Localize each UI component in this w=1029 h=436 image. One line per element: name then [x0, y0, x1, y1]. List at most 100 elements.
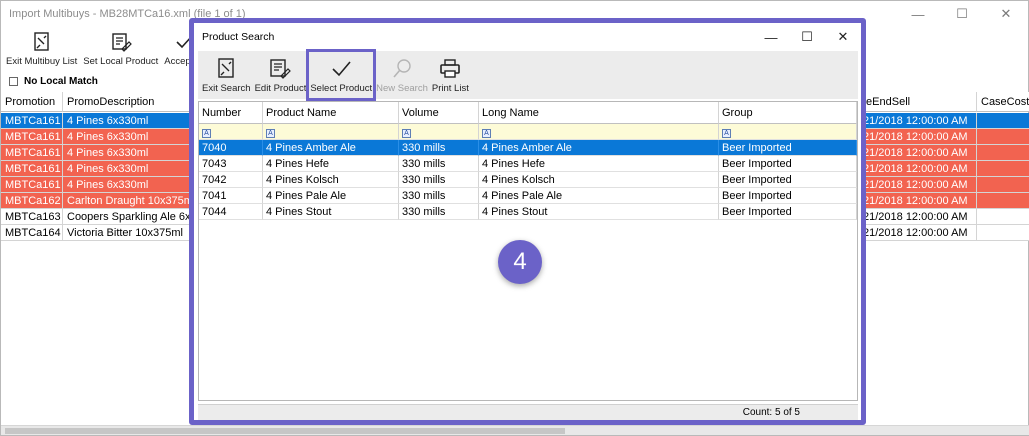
- edit-product-button[interactable]: Edit Product: [253, 51, 309, 99]
- cell-end-sell: 21/2018 12:00:00 AM: [859, 129, 977, 145]
- magnifier-icon: [393, 59, 411, 78]
- set-local-product-icon: [112, 33, 132, 52]
- dialog-close-button[interactable]: ✕: [825, 23, 861, 51]
- minimize-button[interactable]: —: [896, 1, 940, 27]
- cell-promotion: MBTCa161: [1, 113, 63, 129]
- cell-end-sell: 21/2018 12:00:00 AM: [859, 225, 977, 241]
- record-count: Count: 5 of 5: [742, 407, 800, 418]
- column-header-group[interactable]: Group: [719, 102, 857, 124]
- select-product-label: Select Product: [310, 83, 373, 94]
- column-header-case-cost[interactable]: CaseCost: [977, 92, 1029, 112]
- product-row[interactable]: 7041 4 Pines Pale Ale 330 mills 4 Pines …: [199, 188, 857, 204]
- dialog-window-controls: — ☐ ✕: [753, 23, 861, 51]
- product-search-dialog: Product Search — ☐ ✕ Exit Search Edit Pr…: [189, 18, 866, 425]
- filter-row: A A A A A: [199, 124, 857, 140]
- no-local-match-checkbox[interactable]: [9, 77, 18, 86]
- set-local-product-button[interactable]: Set Local Product: [80, 27, 161, 73]
- close-button[interactable]: ✕: [984, 1, 1028, 27]
- cell-promotion: MBTCa162: [1, 193, 63, 209]
- cell-group: Beer Imported: [719, 156, 857, 172]
- no-local-match-checkbox-row[interactable]: No Local Match: [9, 76, 98, 87]
- filter-icon: A: [402, 129, 411, 138]
- product-row[interactable]: 7042 4 Pines Kolsch 330 mills 4 Pines Ko…: [199, 172, 857, 188]
- cell-product-name: 4 Pines Pale Ale: [263, 188, 399, 204]
- cell-case-cost: [977, 209, 1029, 225]
- cell-description: 4 Pines 6x330ml: [63, 129, 201, 145]
- filter-cell-product-name[interactable]: A: [263, 124, 399, 140]
- cell-volume: 330 mills: [399, 140, 479, 156]
- scrollbar-thumb[interactable]: [5, 428, 565, 434]
- window-controls: — ☐ ✕: [896, 1, 1028, 27]
- print-list-button[interactable]: Print List: [430, 51, 471, 99]
- edit-product-icon: [270, 59, 292, 79]
- exit-search-label: Exit Search: [202, 83, 251, 94]
- cell-promotion: MBTCa161: [1, 177, 63, 193]
- filter-cell-volume[interactable]: A: [399, 124, 479, 140]
- cell-end-sell: 21/2018 12:00:00 AM: [859, 161, 977, 177]
- cell-description: Coopers Sparkling Ale 6x: [63, 209, 201, 225]
- exit-search-icon: [218, 58, 234, 78]
- horizontal-scrollbar[interactable]: [1, 425, 1029, 435]
- product-row[interactable]: 7040 4 Pines Amber Ale 330 mills 4 Pines…: [199, 140, 857, 156]
- cell-end-sell: 21/2018 12:00:00 AM: [859, 193, 977, 209]
- cell-long-name: 4 Pines Pale Ale: [479, 188, 719, 204]
- dialog-toolbar: Exit Search Edit Product Select Product …: [198, 49, 858, 101]
- exit-multibuy-list-button[interactable]: Exit Multibuy List: [3, 27, 80, 73]
- no-local-match-label: No Local Match: [24, 76, 98, 87]
- column-header-number[interactable]: Number: [199, 102, 263, 124]
- set-local-product-label: Set Local Product: [83, 56, 159, 67]
- column-header-long-name[interactable]: Long Name: [479, 102, 719, 124]
- cell-case-cost: [977, 225, 1029, 241]
- cell-promotion: MBTCa163: [1, 209, 63, 225]
- cell-case-cost: [977, 145, 1029, 161]
- dialog-minimize-button[interactable]: —: [753, 23, 789, 51]
- maximize-button[interactable]: ☐: [940, 1, 984, 27]
- cell-group: Beer Imported: [719, 140, 857, 156]
- dialog-maximize-button[interactable]: ☐: [789, 23, 825, 51]
- cell-description: 4 Pines 6x330ml: [63, 113, 201, 129]
- column-header-product-name[interactable]: Product Name: [263, 102, 399, 124]
- dialog-status-bar: Count: 5 of 5: [198, 404, 858, 420]
- cell-volume: 330 mills: [399, 156, 479, 172]
- cell-number: 7040: [199, 140, 263, 156]
- cell-end-sell: 21/2018 12:00:00 AM: [859, 209, 977, 225]
- cell-long-name: 4 Pines Kolsch: [479, 172, 719, 188]
- edit-product-label: Edit Product: [254, 83, 307, 94]
- cell-promotion: MBTCa161: [1, 129, 63, 145]
- column-header-date-end-sell[interactable]: teEndSell: [859, 92, 977, 112]
- cell-description: Carlton Draught 10x375ml: [63, 193, 201, 209]
- filter-cell-number[interactable]: A: [199, 124, 263, 140]
- cell-product-name: 4 Pines Amber Ale: [263, 140, 399, 156]
- filter-icon: A: [202, 129, 211, 138]
- cell-description: 4 Pines 6x330ml: [63, 177, 201, 193]
- cell-case-cost: [977, 113, 1029, 129]
- exit-multibuy-list-label: Exit Multibuy List: [6, 56, 78, 67]
- filter-cell-group[interactable]: A: [719, 124, 857, 140]
- column-header-volume[interactable]: Volume: [399, 102, 479, 124]
- filter-cell-long-name[interactable]: A: [479, 124, 719, 140]
- column-header-promotion[interactable]: Promotion: [1, 92, 63, 112]
- new-search-button[interactable]: New Search: [374, 51, 430, 99]
- product-grid-header: Number Product Name Volume Long Name Gro…: [199, 102, 857, 124]
- cell-volume: 330 mills: [399, 188, 479, 204]
- cell-long-name: 4 Pines Stout: [479, 204, 719, 220]
- print-list-label: Print List: [431, 83, 469, 94]
- cell-volume: 330 mills: [399, 172, 479, 188]
- cell-description: 4 Pines 6x330ml: [63, 161, 201, 177]
- cell-number: 7044: [199, 204, 263, 220]
- cell-product-name: 4 Pines Kolsch: [263, 172, 399, 188]
- cell-promotion: MBTCa164: [1, 225, 63, 241]
- cell-case-cost: [977, 161, 1029, 177]
- exit-search-button[interactable]: Exit Search: [200, 51, 253, 99]
- step-number-badge: 4: [498, 240, 542, 284]
- product-row[interactable]: 7044 4 Pines Stout 330 mills 4 Pines Sto…: [199, 204, 857, 220]
- cell-product-name: 4 Pines Hefe: [263, 156, 399, 172]
- exit-list-icon: [33, 32, 49, 51]
- cell-group: Beer Imported: [719, 172, 857, 188]
- printer-icon: [440, 59, 461, 78]
- product-row[interactable]: 7043 4 Pines Hefe 330 mills 4 Pines Hefe…: [199, 156, 857, 172]
- column-header-promo-description[interactable]: PromoDescription: [63, 92, 201, 112]
- cell-promotion: MBTCa161: [1, 161, 63, 177]
- select-product-button[interactable]: Select Product: [306, 49, 377, 101]
- cell-long-name: 4 Pines Hefe: [479, 156, 719, 172]
